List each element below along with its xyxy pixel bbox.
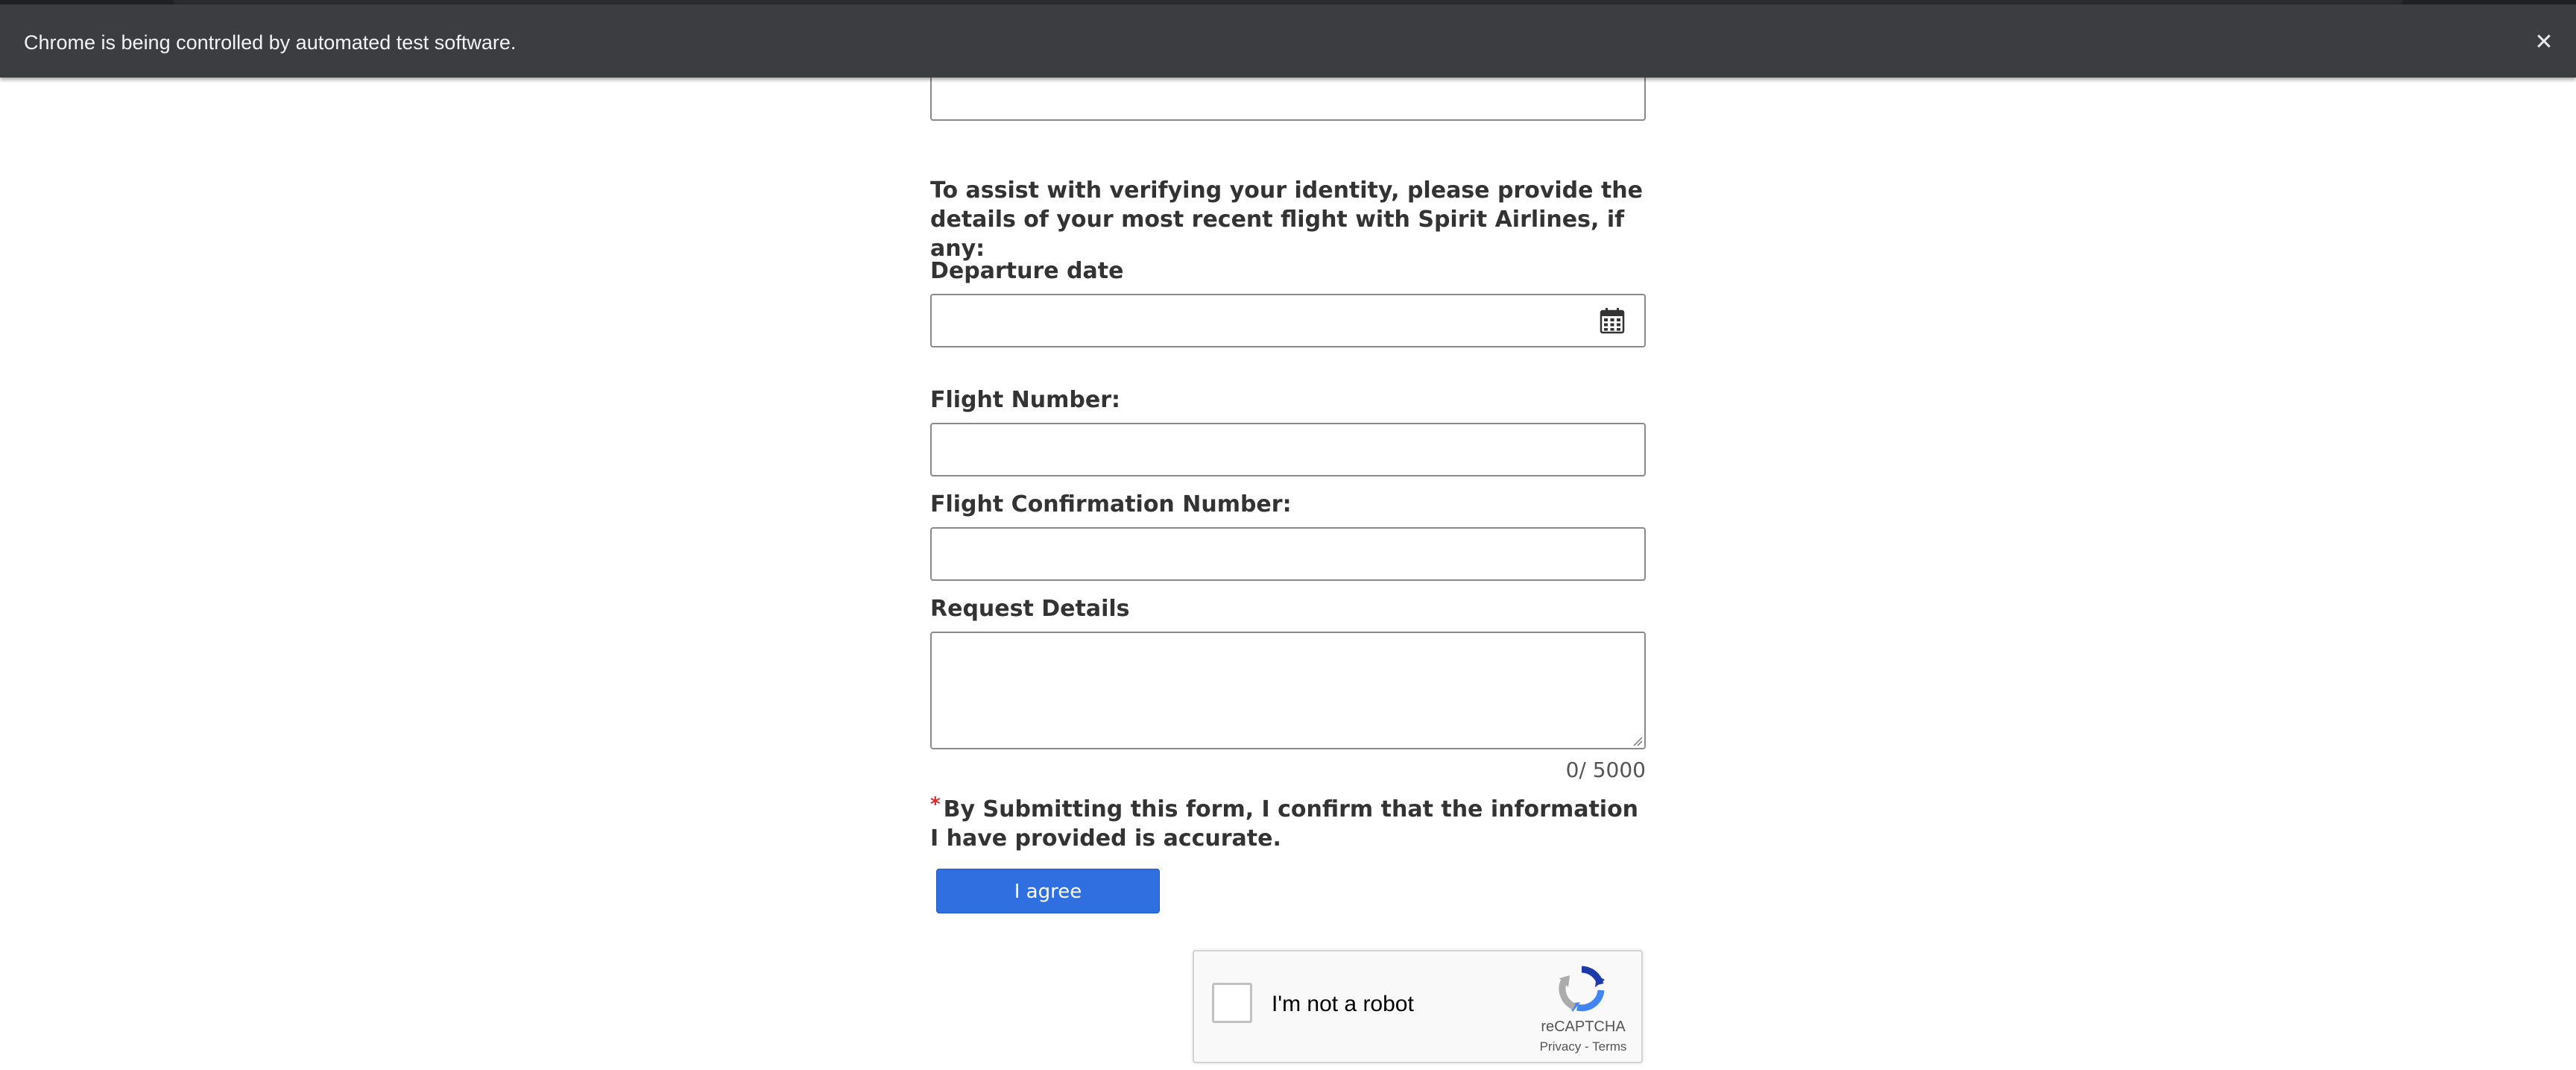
recaptcha-link-separator: - [1581,1039,1593,1054]
identity-intro-text: To assist with verifying your identity, … [930,177,1643,262]
recaptcha-privacy-link[interactable]: Privacy [1540,1039,1582,1054]
required-marker: * [930,793,941,816]
infobar-message: Chrome is being controlled by automated … [24,31,517,54]
recaptcha-terms-link[interactable]: Terms [1592,1039,1626,1054]
request-details-textarea[interactable] [930,632,1646,749]
close-icon[interactable]: ✕ [2530,28,2558,57]
automation-infobar: Chrome is being controlled by automated … [0,4,2576,78]
recaptcha-widget: I'm not a robot reCAPTCHA Privacy - Term… [1193,950,1643,1063]
departure-date-input[interactable] [930,294,1646,347]
recaptcha-label: I'm not a robot [1272,992,1414,1016]
character-counter: 0/ 5000 [1565,758,1646,782]
confirmation-statement: * By Submitting this form, I confirm that… [930,793,1646,853]
resize-grip-icon[interactable] [1631,734,1643,746]
confirmation-number-label: Flight Confirmation Number: [930,491,1292,517]
recaptcha-brand: reCAPTCHA [1541,1019,1626,1035]
flight-number-input[interactable] [930,423,1646,476]
flight-number-label: Flight Number: [930,387,1121,413]
recaptcha-checkbox[interactable] [1212,983,1252,1023]
confirmation-text: By Submitting this form, I confirm that … [930,796,1639,852]
confirmation-number-input[interactable] [930,527,1646,581]
request-details-label: Request Details [930,596,1130,622]
departure-date-label: Departure date [930,258,1124,284]
recaptcha-logo-icon [1559,966,1605,1012]
recaptcha-links: Privacy - Terms [1531,1039,1635,1054]
calendar-icon[interactable] [1600,307,1625,334]
i-agree-button[interactable]: I agree [936,869,1160,913]
